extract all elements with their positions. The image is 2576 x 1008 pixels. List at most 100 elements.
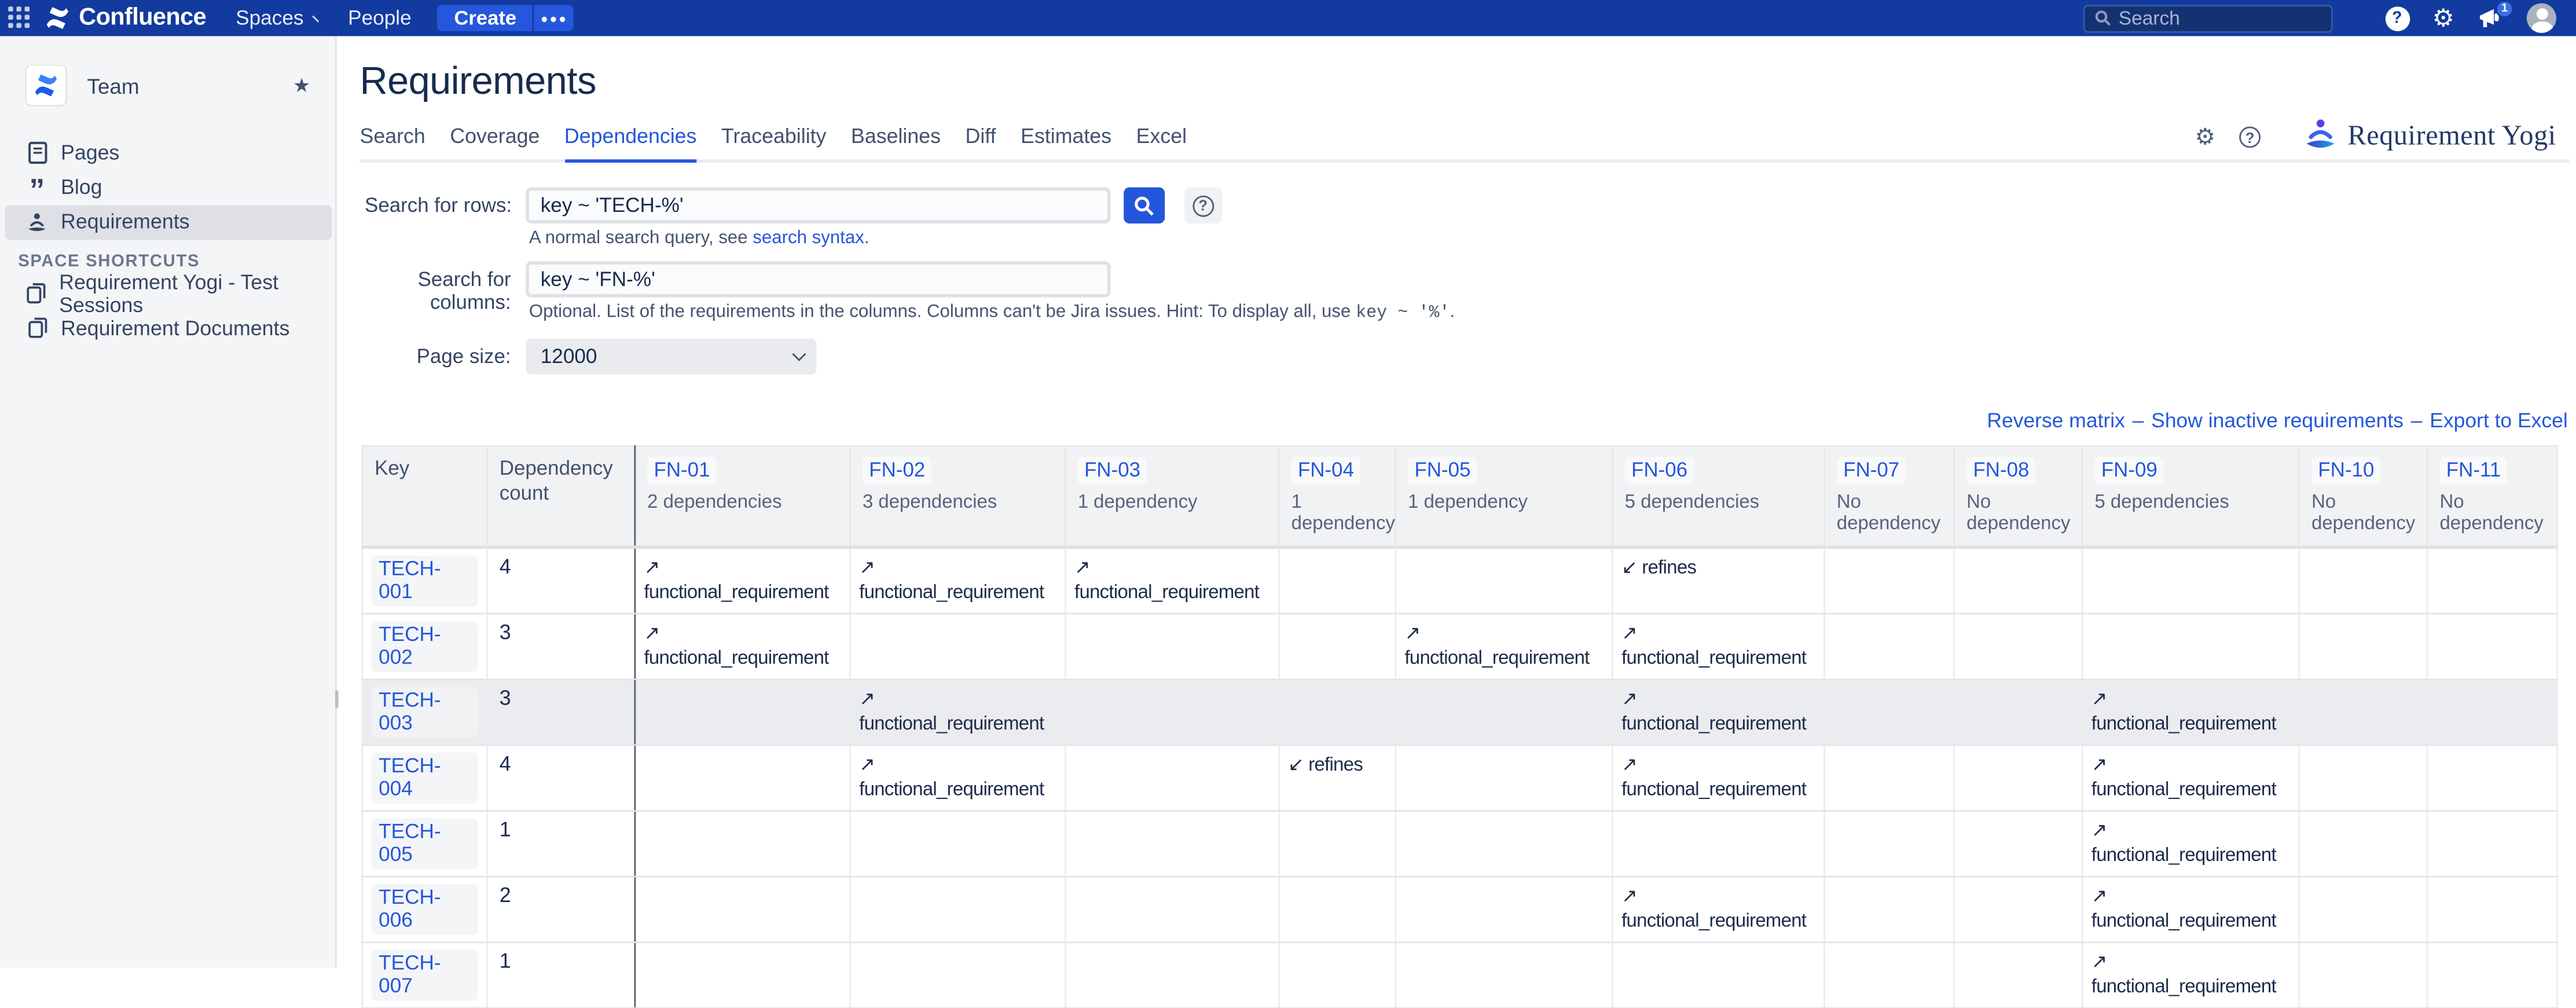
page-size-label: Page size: bbox=[365, 339, 511, 368]
space-logo[interactable] bbox=[26, 66, 65, 105]
row-requirement-link[interactable]: TECH-003 bbox=[371, 686, 478, 737]
dependency-cell bbox=[1954, 876, 2082, 942]
tab-coverage[interactable]: Coverage bbox=[450, 125, 540, 162]
dependency-cell bbox=[2427, 547, 2557, 613]
tab-traceability[interactable]: Traceability bbox=[721, 125, 826, 162]
column-requirement-link[interactable]: FN-04 bbox=[1291, 457, 1361, 484]
column-requirement-link[interactable]: FN-01 bbox=[647, 457, 717, 484]
space-shortcuts-header: SPACE SHORTCUTS bbox=[18, 253, 200, 271]
requirement-yogi-logo[interactable]: Requirement Yogi bbox=[2303, 118, 2556, 153]
sidebar-shortcut-test-sessions[interactable]: Requirement Yogi - Test Sessions bbox=[5, 276, 332, 311]
dependency-cell bbox=[635, 810, 850, 876]
dependency-cell bbox=[2082, 613, 2299, 679]
dependency-cell bbox=[2299, 876, 2427, 942]
column-requirement-link[interactable]: FN-02 bbox=[863, 457, 932, 484]
show-inactive-link[interactable]: Show inactive requirements bbox=[2151, 409, 2403, 432]
sidebar-resize-handle[interactable] bbox=[335, 690, 339, 708]
app-switcher-icon[interactable] bbox=[8, 6, 31, 30]
favorite-star-icon[interactable]: ★ bbox=[293, 74, 311, 97]
question-icon: ? bbox=[1192, 195, 1214, 216]
reverse-matrix-link[interactable]: Reverse matrix bbox=[1987, 409, 2125, 432]
dependency-cell bbox=[2427, 613, 2557, 679]
shortcut-pages-icon bbox=[26, 283, 46, 304]
dependency-cell bbox=[1396, 876, 1613, 942]
column-dependency-count: 5 dependencies bbox=[1625, 490, 1812, 512]
row-key-cell: TECH-003 bbox=[362, 679, 487, 745]
row-key-cell: TECH-004 bbox=[362, 745, 487, 811]
column-requirement-link[interactable]: FN-08 bbox=[1966, 457, 2036, 484]
column-requirement-link[interactable]: FN-10 bbox=[2311, 457, 2381, 484]
dependency-label: ↗ functional_requirement bbox=[2091, 885, 2276, 932]
dependency-cell bbox=[1613, 810, 1825, 876]
settings-gear-icon[interactable]: ⚙ bbox=[2195, 123, 2216, 151]
yogi-brand-icon bbox=[2303, 118, 2338, 153]
dependency-cell bbox=[2427, 810, 2557, 876]
help-circle-icon[interactable]: ? bbox=[2239, 127, 2261, 148]
sidebar-item-blog[interactable]: ” Blog bbox=[5, 170, 332, 205]
row-requirement-link[interactable]: TECH-002 bbox=[371, 620, 478, 671]
confluence-logo-icon[interactable] bbox=[45, 5, 71, 31]
column-requirement-link[interactable]: FN-09 bbox=[2094, 457, 2164, 484]
global-search-input[interactable] bbox=[2119, 6, 2316, 30]
column-dependency-count: 2 dependencies bbox=[647, 490, 838, 512]
search-syntax-link[interactable]: search syntax bbox=[753, 228, 864, 248]
help-menu[interactable]: ? bbox=[2385, 6, 2410, 31]
dependency-cell: ↗ functional_requirement bbox=[2082, 745, 2299, 811]
matrix-column-header: FN-051 dependency bbox=[1396, 446, 1613, 547]
search-rows-input[interactable] bbox=[526, 188, 1110, 223]
dependency-count-cell: 3 bbox=[487, 679, 634, 745]
tab-excel[interactable]: Excel bbox=[1136, 125, 1187, 162]
space-name[interactable]: Team bbox=[87, 73, 292, 98]
dependency-cell bbox=[1825, 941, 1954, 1007]
row-requirement-link[interactable]: TECH-001 bbox=[371, 555, 478, 606]
product-wordmark[interactable]: Confluence bbox=[79, 5, 206, 31]
search-columns-input[interactable] bbox=[526, 261, 1110, 296]
tab-estimates[interactable]: Estimates bbox=[1021, 125, 1111, 162]
tab-dependencies[interactable]: Dependencies bbox=[564, 125, 697, 162]
spaces-menu[interactable]: Spaces bbox=[236, 6, 322, 30]
help-icon: ? bbox=[2385, 6, 2410, 31]
gear-icon: ⚙ bbox=[2432, 6, 2454, 31]
count-header-label: Dependency count bbox=[500, 457, 623, 504]
dependency-cell bbox=[850, 613, 1066, 679]
row-requirement-link[interactable]: TECH-006 bbox=[371, 883, 478, 934]
column-requirement-link[interactable]: FN-11 bbox=[2439, 457, 2507, 484]
export-excel-link[interactable]: Export to Excel bbox=[2430, 409, 2568, 432]
avatar bbox=[2527, 3, 2556, 33]
sidebar-item-label: Requirement Documents bbox=[61, 316, 289, 339]
dependency-label: ↗ functional_requirement bbox=[2091, 819, 2276, 866]
run-search-button[interactable] bbox=[1124, 188, 1164, 223]
people-menu[interactable]: People bbox=[348, 6, 412, 30]
column-requirement-link[interactable]: FN-06 bbox=[1625, 457, 1694, 484]
tab-diff[interactable]: Diff bbox=[966, 125, 996, 162]
create-button[interactable]: Create bbox=[438, 5, 533, 32]
dependency-cell bbox=[1279, 876, 1395, 942]
create-more-button[interactable]: ●●● bbox=[533, 5, 574, 32]
row-requirement-link[interactable]: TECH-007 bbox=[371, 949, 478, 1000]
tab-search[interactable]: Search bbox=[360, 125, 425, 162]
column-requirement-link[interactable]: FN-03 bbox=[1078, 457, 1147, 484]
page-title: Requirements bbox=[360, 59, 596, 104]
page-size-select[interactable]: 12000 bbox=[526, 339, 816, 374]
row-requirement-link[interactable]: TECH-004 bbox=[371, 752, 478, 802]
global-search-box[interactable] bbox=[2082, 4, 2332, 32]
dependency-cell: ↗ functional_requirement bbox=[1065, 547, 1279, 613]
column-requirement-link[interactable]: FN-07 bbox=[1837, 457, 1906, 484]
dependency-cell: ↗ functional_requirement bbox=[2082, 810, 2299, 876]
search-help-button[interactable]: ? bbox=[1184, 188, 1221, 223]
matrix-column-header: FN-07No dependency bbox=[1825, 446, 1954, 547]
table-row: TECH-0062↗ functional_requirement↗ funct… bbox=[362, 876, 2557, 942]
sidebar-item-requirements[interactable]: Requirements bbox=[5, 204, 332, 239]
dependency-cell bbox=[1065, 745, 1279, 811]
column-requirement-link[interactable]: FN-05 bbox=[1408, 457, 1477, 484]
shortcut-pages-icon bbox=[26, 317, 47, 339]
profile-menu[interactable] bbox=[2527, 3, 2556, 33]
notifications[interactable]: 1 bbox=[2478, 6, 2504, 30]
row-requirement-link[interactable]: TECH-005 bbox=[371, 818, 478, 868]
column-dependency-count: 1 dependency bbox=[1291, 490, 1384, 535]
admin-settings[interactable]: ⚙ bbox=[2432, 6, 2454, 31]
dependency-cell bbox=[1825, 547, 1954, 613]
sidebar-item-pages[interactable]: Pages bbox=[5, 135, 332, 170]
tab-baselines[interactable]: Baselines bbox=[851, 125, 941, 162]
dependency-cell bbox=[1954, 810, 2082, 876]
